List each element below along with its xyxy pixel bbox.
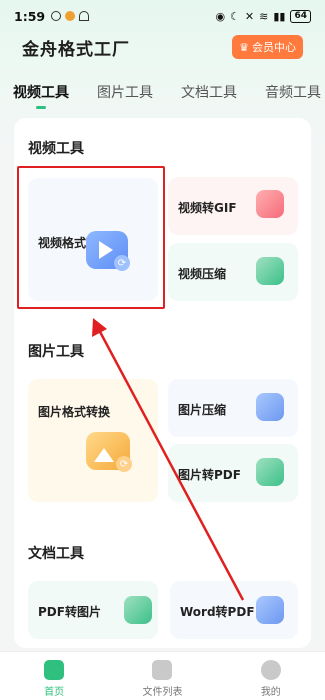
nav-mine[interactable]: 我的 xyxy=(226,652,316,700)
arrow-head xyxy=(92,318,107,337)
home-icon xyxy=(44,660,65,680)
nav-file-list[interactable]: 文件列表 xyxy=(117,652,207,700)
folder-icon xyxy=(152,660,173,680)
annotation-arrow xyxy=(92,318,245,601)
nav-home[interactable]: 首页 xyxy=(9,652,99,700)
bottom-navigation: 首页 文件列表 我的 xyxy=(0,651,325,700)
arrow-line xyxy=(96,327,245,601)
user-icon xyxy=(260,660,281,680)
